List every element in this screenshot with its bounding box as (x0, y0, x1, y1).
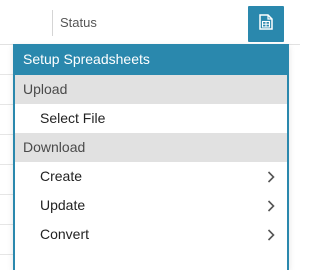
table-background-rows (0, 44, 14, 268)
menu-section-upload: Upload (15, 75, 287, 104)
status-column-header[interactable]: Status (60, 15, 97, 30)
table-header-row: Status (0, 0, 300, 45)
menu-item-label: Select File (40, 110, 106, 126)
chevron-right-icon (267, 220, 275, 249)
menu-item-update[interactable]: Update (15, 191, 287, 220)
menu-item-select-file[interactable]: Select File (15, 104, 287, 133)
setup-spreadsheets-menu: Setup Spreadsheets Upload Select File Do… (13, 44, 289, 270)
menu-section-download: Download (15, 133, 287, 162)
menu-item-convert[interactable]: Convert (15, 220, 287, 249)
chevron-right-icon (267, 162, 275, 191)
menu-title: Setup Spreadsheets (15, 44, 287, 75)
column-divider[interactable] (52, 10, 53, 36)
menu-item-label: Convert (40, 226, 90, 242)
chevron-right-icon (267, 191, 275, 220)
spreadsheet-icon (259, 13, 273, 35)
spreadsheet-menu-button[interactable] (248, 6, 284, 42)
menu-item-label: Update (40, 197, 86, 213)
menu-item-label: Create (40, 168, 83, 184)
menu-item-create[interactable]: Create (15, 162, 287, 191)
